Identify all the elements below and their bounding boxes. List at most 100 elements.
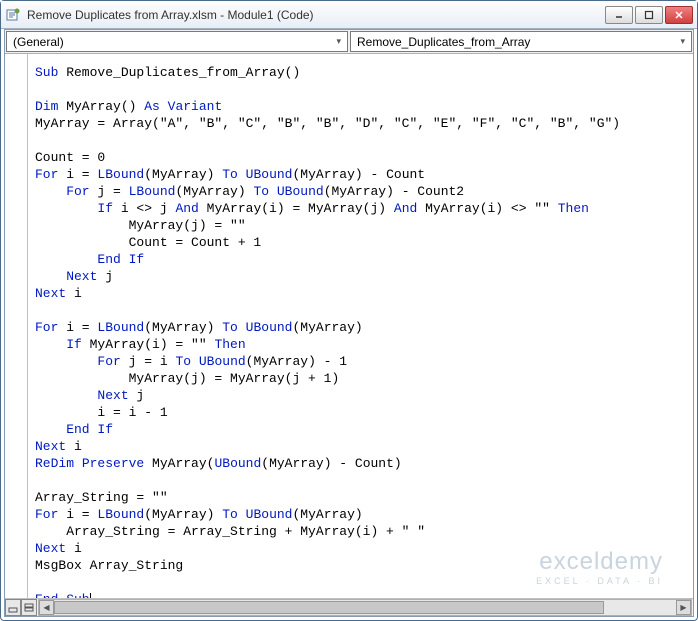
code-token: MyArray(i) = "" xyxy=(82,337,215,352)
code-token: (MyArray) xyxy=(292,507,362,522)
editor-container: (General) ▾ Remove_Duplicates_from_Array… xyxy=(4,29,694,617)
procedure-dropdown[interactable]: Remove_Duplicates_from_Array ▾ xyxy=(350,31,692,52)
code-token: Next xyxy=(35,388,129,403)
code-token: j xyxy=(129,388,145,403)
code-token xyxy=(74,456,82,471)
code-token: (MyArray) xyxy=(144,167,222,182)
code-token: Count = 0 xyxy=(35,150,105,165)
window-buttons xyxy=(605,6,693,24)
code-token: LBound xyxy=(97,320,144,335)
code-token: i = xyxy=(58,320,97,335)
procedure-view-button[interactable] xyxy=(5,599,21,616)
code-token: j = xyxy=(90,184,129,199)
code-token: j xyxy=(97,269,113,284)
code-token: UBound xyxy=(214,456,261,471)
code-token: Dim xyxy=(35,99,58,114)
chevron-down-icon: ▾ xyxy=(680,36,685,47)
code-token: Next xyxy=(35,286,66,301)
code-token: i = xyxy=(58,167,97,182)
scroll-right-icon[interactable]: ▶ xyxy=(676,600,691,615)
code-token xyxy=(191,354,199,369)
scroll-left-icon[interactable]: ◀ xyxy=(39,600,54,615)
code-token: If xyxy=(35,337,82,352)
code-token: (MyArray) xyxy=(144,507,222,522)
code-token: MyArray = Array("A", "B", "C", "B", "B",… xyxy=(35,116,620,131)
code-token: MyArray(i) = MyArray(j) xyxy=(199,201,394,216)
full-module-view-button[interactable] xyxy=(21,599,37,616)
code-token: (MyArray) - Count2 xyxy=(324,184,464,199)
code-token: For xyxy=(35,184,90,199)
code-token: Remove_Duplicates_from_Array() xyxy=(58,65,300,80)
bottom-bar: ◀ ▶ xyxy=(5,598,693,616)
code-token: UBound xyxy=(246,507,293,522)
code-token: To xyxy=(222,167,238,182)
code-token: If xyxy=(35,201,113,216)
code-token: UBound xyxy=(246,320,293,335)
code-token: LBound xyxy=(97,167,144,182)
code-token: j = i xyxy=(121,354,176,369)
code-token: To xyxy=(222,320,238,335)
dropdown-bar: (General) ▾ Remove_Duplicates_from_Array… xyxy=(5,30,693,54)
code-token: And xyxy=(394,201,417,216)
code-token: Preserve xyxy=(82,456,144,471)
code-token: LBound xyxy=(129,184,176,199)
code-token: End If xyxy=(35,422,113,437)
code-token: Then xyxy=(214,337,245,352)
code-token: Array_String = Array_String + MyArray(i)… xyxy=(35,524,425,539)
code-token: MyArray(i) <> "" xyxy=(417,201,557,216)
code-token: End If xyxy=(35,252,144,267)
scrollbar-thumb[interactable] xyxy=(54,601,604,614)
code-token: i xyxy=(66,541,82,556)
code-token: MyArray(j) = MyArray(j + 1) xyxy=(35,371,339,386)
procedure-dropdown-text: Remove_Duplicates_from_Array xyxy=(357,35,680,49)
code-token: UBound xyxy=(277,184,324,199)
window-title: Remove Duplicates from Array.xlsm - Modu… xyxy=(27,8,605,22)
code-token: MsgBox Array_String xyxy=(35,558,183,573)
code-token: UBound xyxy=(199,354,246,369)
titlebar: Remove Duplicates from Array.xlsm - Modu… xyxy=(1,1,697,29)
close-button[interactable] xyxy=(665,6,693,24)
code-token: For xyxy=(35,320,58,335)
code-token: Then xyxy=(558,201,589,216)
object-dropdown[interactable]: (General) ▾ xyxy=(6,31,348,52)
code-editor[interactable]: Sub Remove_Duplicates_from_Array() Dim M… xyxy=(5,54,693,598)
code-token: Count = Count + 1 xyxy=(35,235,261,250)
code-token: (MyArray) - 1 xyxy=(246,354,347,369)
code-token: (MyArray) xyxy=(292,320,362,335)
horizontal-scrollbar[interactable]: ◀ ▶ xyxy=(38,599,692,616)
object-dropdown-text: (General) xyxy=(13,35,336,49)
code-token: Next xyxy=(35,439,66,454)
code-token: i <> j xyxy=(113,201,175,216)
code-token: (MyArray) xyxy=(144,320,222,335)
code-token xyxy=(238,507,246,522)
code-token: Array_String = "" xyxy=(35,490,168,505)
code-token: To xyxy=(175,354,191,369)
code-token: To xyxy=(253,184,269,199)
code-token: MyArray() xyxy=(58,99,144,114)
code-token xyxy=(269,184,277,199)
code-token: MyArray( xyxy=(144,456,214,471)
code-token xyxy=(238,167,246,182)
code-token: MyArray(j) = "" xyxy=(35,218,246,233)
code-token: For xyxy=(35,507,58,522)
code-token: ReDim xyxy=(35,456,74,471)
minimize-button[interactable] xyxy=(605,6,633,24)
code-token: To xyxy=(222,507,238,522)
code-token xyxy=(238,320,246,335)
code-token: For xyxy=(35,167,58,182)
code-token: i = xyxy=(58,507,97,522)
code-token: i xyxy=(66,439,82,454)
code-token: (MyArray) xyxy=(175,184,253,199)
code-token: Sub xyxy=(35,65,58,80)
module-icon xyxy=(5,7,21,23)
code-token: Next xyxy=(35,541,66,556)
code-token: LBound xyxy=(97,507,144,522)
chevron-down-icon: ▾ xyxy=(336,36,341,47)
maximize-button[interactable] xyxy=(635,6,663,24)
code-token: (MyArray) - Count) xyxy=(261,456,401,471)
code-token: i xyxy=(66,286,82,301)
code-token: And xyxy=(175,201,198,216)
code-token: (MyArray) - Count xyxy=(292,167,425,182)
code-token: UBound xyxy=(246,167,293,182)
code-token: i = i - 1 xyxy=(35,405,168,420)
